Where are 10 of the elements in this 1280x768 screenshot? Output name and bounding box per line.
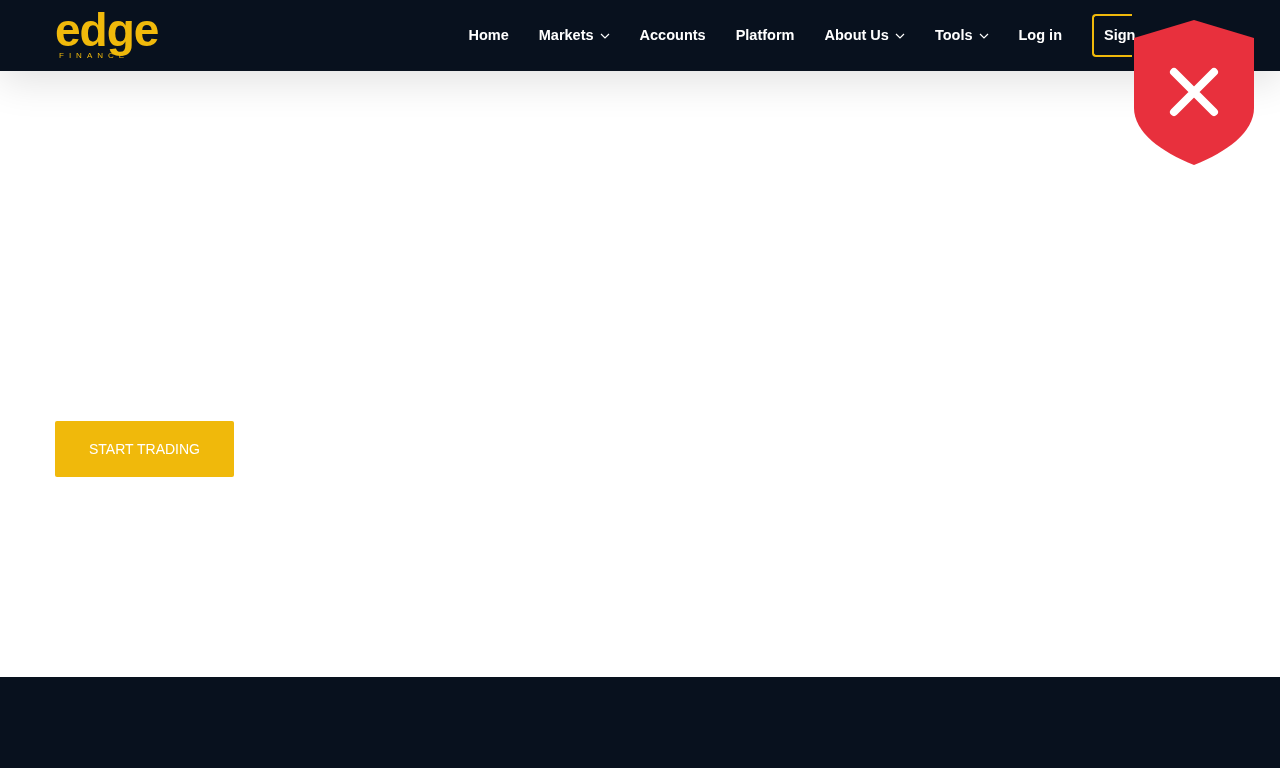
nav-menu[interactable]: Markets: [538, 24, 610, 47]
nav-link[interactable]: Home: [468, 24, 509, 47]
nav-link[interactable]: Log in: [1018, 24, 1062, 47]
caret-icon: [978, 32, 989, 39]
nav-link[interactable]: Platform: [735, 24, 795, 47]
caret-icon: [894, 32, 905, 39]
nav-link[interactable]: Accounts: [639, 24, 706, 47]
caret-icon: [599, 32, 610, 39]
nav-menu[interactable]: About Us: [824, 24, 905, 47]
nav-menu[interactable]: Tools: [934, 24, 989, 47]
